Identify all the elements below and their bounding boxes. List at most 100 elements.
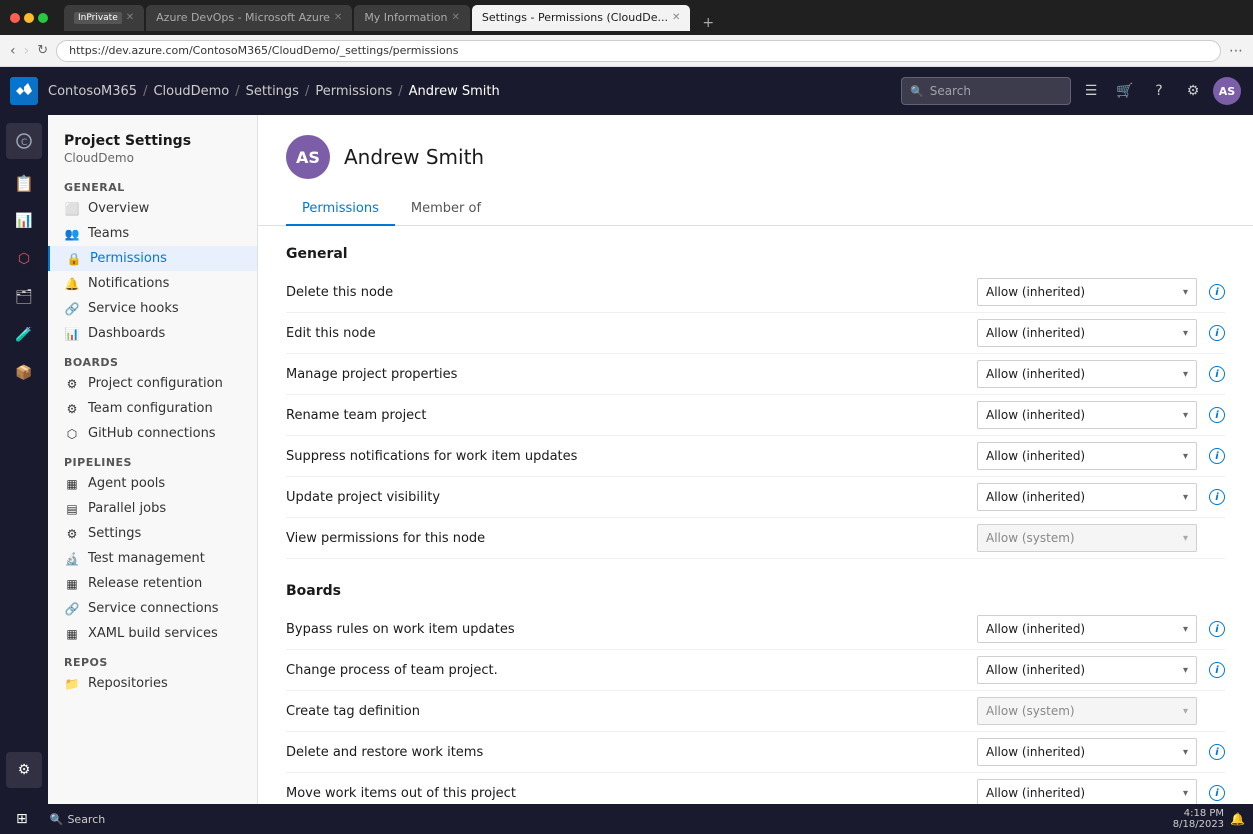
list-icon[interactable]: ☰ [1077,77,1105,105]
perm-dropdown-visibility[interactable]: Allow (inherited) ▾ [977,483,1197,511]
nav-refresh[interactable]: ↻ [37,43,48,58]
breadcrumb-project[interactable]: CloudDemo [153,84,229,99]
sidebar-item-team-config[interactable]: ⚙ Team configuration [48,396,257,421]
activity-boards[interactable]: 📊 [6,203,42,239]
sidebar-item-notifications[interactable]: 🔔 Notifications [48,271,257,296]
perm-dropdown-bypass[interactable]: Allow (inherited) ▾ [977,615,1197,643]
perm-dropdown-suppress[interactable]: Allow (inherited) ▾ [977,442,1197,470]
perm-dropdown-rename[interactable]: Allow (inherited) ▾ [977,401,1197,429]
tab-inprivate[interactable]: InPrivate ✕ [64,5,144,31]
tab-close-inprivate[interactable]: ✕ [126,12,134,23]
basket-icon[interactable]: 🛒 [1111,77,1139,105]
info-icon-delete-node[interactable]: i [1209,284,1225,300]
info-icon-suppress[interactable]: i [1209,448,1225,464]
section-boards-title: Boards [286,583,1225,599]
sidebar-item-pipeline-settings[interactable]: ⚙ Settings [48,521,257,546]
activity-pipelines[interactable]: ⬡ [6,241,42,277]
perm-label: Move work items out of this project [286,786,965,801]
pipeline-settings-icon: ⚙ [64,527,80,541]
breadcrumb-sep-3: / [305,84,309,99]
sidebar-item-teams[interactable]: 👥 Teams [48,221,257,246]
activity-artifacts[interactable]: 📦 [6,355,42,391]
sidebar-item-overview[interactable]: ⬜ Overview [48,196,257,221]
dropdown-arrow: ▾ [1183,624,1188,635]
dropdown-arrow: ▾ [1183,328,1188,339]
azure-devops-logo[interactable] [10,77,38,105]
new-tab-button[interactable]: + [694,15,722,31]
activity-settings[interactable]: ⚙ [6,752,42,788]
perm-dropdown-move-items[interactable]: Allow (inherited) ▾ [977,779,1197,807]
dropdown-arrow: ▾ [1183,788,1188,799]
dropdown-arrow: ▾ [1183,492,1188,503]
sidebar-item-service-hooks[interactable]: 🔗 Service hooks [48,296,257,321]
sidebar-item-dashboards[interactable]: 📊 Dashboards [48,321,257,346]
dashboards-icon: 📊 [64,327,80,341]
taskbar-start[interactable]: ⊞ [8,811,36,827]
breadcrumb-user: Andrew Smith [409,84,500,99]
info-icon-rename[interactable]: i [1209,407,1225,423]
user-avatar-top[interactable]: AS [1213,77,1241,105]
perm-label: Rename team project [286,408,965,423]
tab-settings-active[interactable]: Settings - Permissions (CloudDe... ✕ [472,5,690,31]
dropdown-arrow: ▾ [1183,747,1188,758]
activity-home[interactable]: C [6,123,42,159]
sidebar-item-test-management[interactable]: 🔬 Test management [48,546,257,571]
info-icon-placeholder [1209,530,1225,546]
activity-work[interactable]: 📋 [6,165,42,201]
taskbar-search[interactable]: 🔍 Search [40,811,116,828]
nav-back[interactable]: ‹ [10,43,16,59]
sidebar-item-github[interactable]: ⬡ GitHub connections [48,421,257,446]
sidebar-item-xaml-build[interactable]: ▦ XAML build services [48,621,257,646]
info-icon-manage-props[interactable]: i [1209,366,1225,382]
info-icon-delete-restore[interactable]: i [1209,744,1225,760]
breadcrumb-permissions[interactable]: Permissions [315,84,392,99]
tab-my-info[interactable]: My Information ✕ [354,5,470,31]
section-pipelines-header: Pipelines [48,446,257,471]
breadcrumb-org[interactable]: ContosoM365 [48,84,137,99]
help-icon[interactable]: ? [1145,77,1173,105]
sidebar-item-release-retention[interactable]: ▦ Release retention [48,571,257,596]
tab-close-azure[interactable]: ✕ [334,12,342,23]
avatar: AS [286,135,330,179]
perm-row-delete-node: Delete this node Allow (inherited) ▾ i [286,272,1225,313]
activity-repos[interactable]: 🗂 [6,279,42,315]
sidebar-item-parallel-jobs[interactable]: ▤ Parallel jobs [48,496,257,521]
activity-testplans[interactable]: 🧪 [6,317,42,353]
activity-bar: C 📋 📊 ⬡ 🗂 🧪 📦 ⚙ › [0,115,48,834]
perm-dropdown-delete-node[interactable]: Allow (inherited) ▾ [977,278,1197,306]
perm-dropdown-manage-props[interactable]: Allow (inherited) ▾ [977,360,1197,388]
info-icon-change-process[interactable]: i [1209,662,1225,678]
info-icon-placeholder2 [1209,703,1225,719]
sidebar-item-agent-pools[interactable]: ▦ Agent pools [48,471,257,496]
sidebar-item-project-config[interactable]: ⚙ Project configuration [48,371,257,396]
nav-forward[interactable]: › [24,43,30,59]
sidebar-item-repositories[interactable]: 📁 Repositories [48,671,257,696]
info-icon-visibility[interactable]: i [1209,489,1225,505]
tab-azure[interactable]: Azure DevOps - Microsoft Azure ✕ [146,5,352,31]
breadcrumb-settings[interactable]: Settings [246,84,299,99]
user-name: Andrew Smith [344,145,484,169]
browser-settings[interactable]: ⋯ [1229,43,1243,59]
perm-label: View permissions for this node [286,531,965,546]
sidebar-item-permissions[interactable]: 🔒 Permissions [48,246,257,271]
tab-close-settings[interactable]: ✕ [672,12,680,23]
perm-dropdown-change-process[interactable]: Allow (inherited) ▾ [977,656,1197,684]
info-icon-move-items[interactable]: i [1209,785,1225,801]
overview-icon: ⬜ [64,202,80,216]
settings-icon[interactable]: ⚙ [1179,77,1207,105]
search-box[interactable]: 🔍 Search [901,77,1071,105]
sidebar: Project Settings CloudDemo General ⬜ Ove… [48,115,258,834]
tab-permissions[interactable]: Permissions [286,193,395,226]
info-icon-edit-node[interactable]: i [1209,325,1225,341]
perm-dropdown-edit-node[interactable]: Allow (inherited) ▾ [977,319,1197,347]
perm-dropdown-delete-restore[interactable]: Allow (inherited) ▾ [977,738,1197,766]
tab-close-my-info[interactable]: ✕ [451,12,459,23]
section-general-title: General [286,246,1225,262]
section-boards-header: Boards [48,346,257,371]
project-config-icon: ⚙ [64,377,80,391]
tab-member-of[interactable]: Member of [395,193,497,226]
taskbar-notification[interactable]: 🔔 [1230,812,1245,826]
url-bar[interactable]: https://dev.azure.com/ContosoM365/CloudD… [56,40,1221,62]
info-icon-bypass[interactable]: i [1209,621,1225,637]
sidebar-item-service-connections[interactable]: 🔗 Service connections [48,596,257,621]
